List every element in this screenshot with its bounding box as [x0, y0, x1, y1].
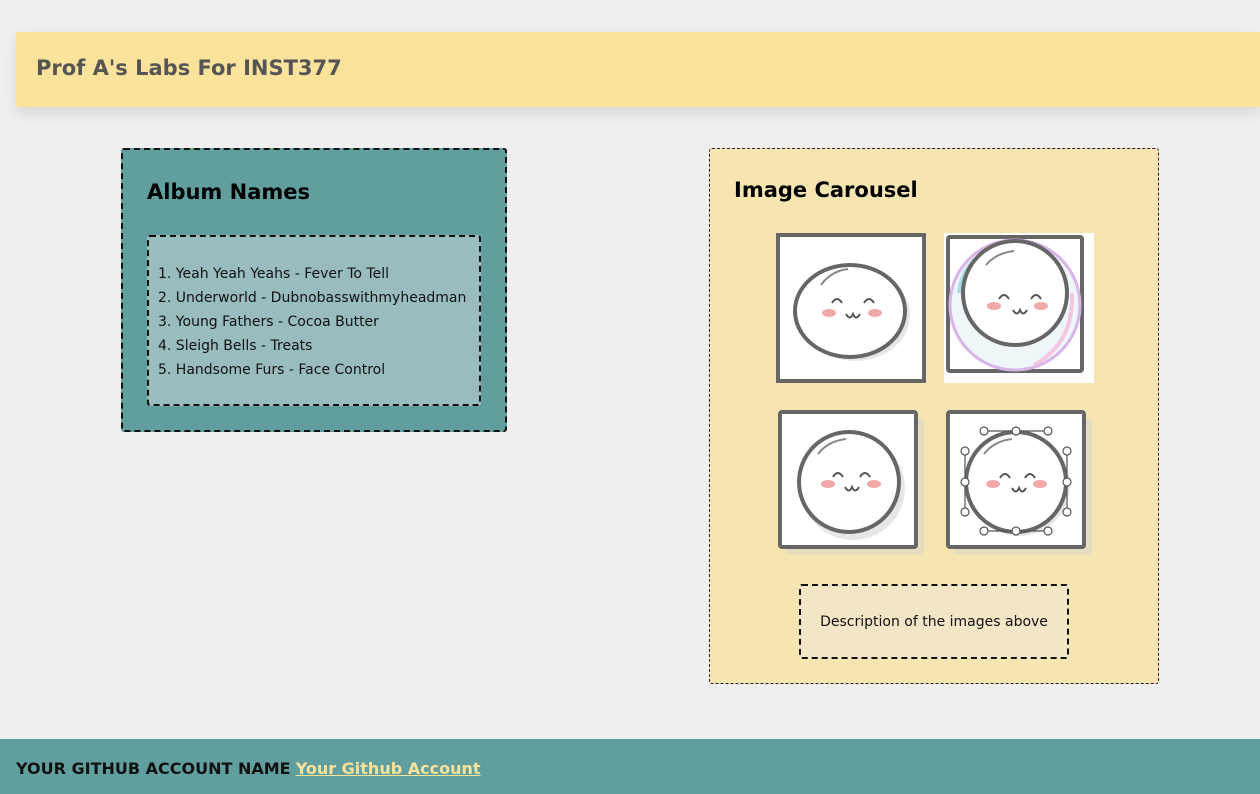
list-item: 4. Sleigh Bells - Treats: [158, 338, 313, 354]
carousel-image-2[interactable]: [944, 233, 1094, 383]
site-footer: YOUR GITHUB ACCOUNT NAME Your Github Acc…: [0, 739, 1260, 794]
github-account-name-label: YOUR GITHUB ACCOUNT NAME: [16, 759, 291, 778]
carousel-image-3[interactable]: [776, 409, 926, 559]
list-item: 3. Young Fathers - Cocoa Butter: [158, 314, 379, 330]
album-names-heading: Album Names: [147, 180, 310, 204]
album-list-container: 1. Yeah Yeah Yeahs - Fever To Tell 2. Un…: [147, 235, 481, 406]
image-carousel-heading: Image Carousel: [734, 178, 918, 202]
album-list: 1. Yeah Yeah Yeahs - Fever To Tell 2. Un…: [158, 262, 466, 382]
footer-content: YOUR GITHUB ACCOUNT NAME Your Github Acc…: [16, 759, 481, 778]
smiley-face-icon: [778, 410, 924, 554]
github-account-link[interactable]: Your Github Account: [296, 759, 481, 778]
image-description-box: Description of the images above: [799, 584, 1069, 659]
smiley-bubble-icon: [944, 233, 1094, 383]
smiley-face-icon: [776, 233, 926, 383]
list-item: 1. Yeah Yeah Yeahs - Fever To Tell: [158, 266, 389, 282]
image-carousel-panel: Image Carousel Description of the images…: [709, 148, 1159, 684]
album-names-panel: Album Names 1. Yeah Yeah Yeahs - Fever T…: [121, 148, 507, 432]
list-item: 5. Handsome Furs - Face Control: [158, 362, 386, 378]
site-header: Prof A's Labs For INST377: [16, 32, 1260, 107]
list-item: 2. Underworld - Dubnobasswithmyheadman: [158, 290, 467, 306]
carousel-image-4[interactable]: [944, 409, 1094, 559]
page-title: Prof A's Labs For INST377: [36, 56, 342, 80]
carousel-image-1[interactable]: [776, 233, 926, 383]
smiley-vector-icon: [946, 410, 1092, 554]
image-description-text: Description of the images above: [820, 613, 1048, 630]
